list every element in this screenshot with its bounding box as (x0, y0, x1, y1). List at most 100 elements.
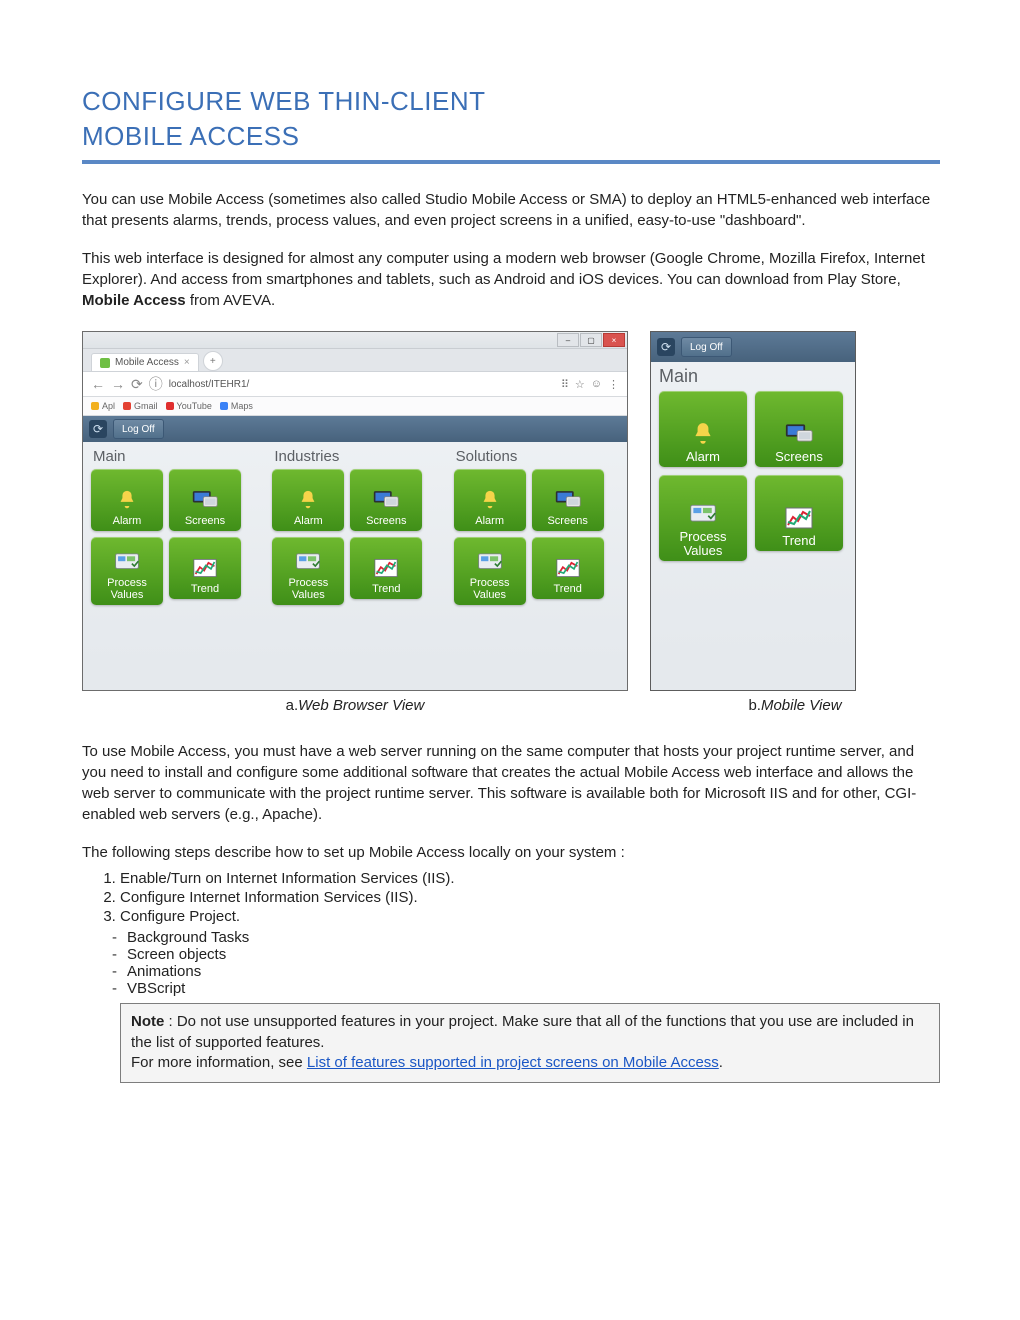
intro-paragraph-2: This web interface is designed for almos… (82, 249, 940, 311)
process-values-icon (476, 549, 504, 575)
tile-trend[interactable]: Trend (169, 537, 241, 599)
column-header: Industries (274, 448, 437, 465)
note-label: Note (131, 1013, 164, 1030)
process-values-icon (689, 501, 717, 527)
screens-icon (785, 421, 813, 447)
tile-screens[interactable]: Screens (169, 469, 241, 531)
bell-icon (476, 487, 504, 513)
logoff-button[interactable]: Log Off (113, 419, 164, 439)
column-header: Solutions (456, 448, 619, 465)
tile-process-values[interactable]: Process Values (659, 475, 747, 561)
nav-back-icon[interactable]: ← (91, 377, 105, 391)
mobile-screenshot: ⟳ Log Off Main Alarm Screens Process Val… (650, 331, 856, 691)
substep-item: Screen objects (112, 946, 940, 963)
url-text[interactable]: localhost/ITEHR1/ (169, 379, 555, 390)
bookmark-star-icon[interactable]: ☆ (575, 378, 585, 391)
translate-icon[interactable]: ⠿ (561, 378, 569, 391)
menu-kebab-icon[interactable]: ⋮ (608, 378, 619, 391)
caption-b-prefix: b. (748, 697, 761, 714)
process-values-icon (113, 549, 141, 575)
logoff-button[interactable]: Log Off (681, 337, 732, 357)
tile-trend[interactable]: Trend (532, 537, 604, 599)
tab-favicon (100, 358, 110, 368)
new-tab-button[interactable]: + (203, 351, 223, 371)
refresh-icon[interactable]: ⟳ (89, 420, 107, 438)
paragraph-4: The following steps describe how to set … (82, 843, 940, 864)
p2-b: from AVEVA. (186, 292, 275, 309)
caption-a: Web Browser View (298, 697, 424, 714)
substeps-list: Background Tasks Screen objects Animatio… (112, 929, 940, 997)
browser-tab[interactable]: Mobile Access × (91, 353, 199, 371)
trend-icon (372, 555, 400, 581)
window-close-button[interactable]: × (603, 333, 625, 347)
trend-icon (785, 505, 813, 531)
web-browser-screenshot: – ▢ × Mobile Access × + ← → ⟳ ⓘ localhos… (82, 331, 628, 691)
tab-title: Mobile Access (115, 357, 179, 368)
nav-forward-icon[interactable]: → (111, 377, 125, 391)
screens-icon (554, 487, 582, 513)
trend-icon (191, 555, 219, 581)
tile-alarm[interactable]: Alarm (91, 469, 163, 531)
column-industries: Industries Alarm Screens Process Values … (272, 448, 437, 680)
profile-icon[interactable]: ☺ (591, 378, 602, 390)
tile-screens[interactable]: Screens (755, 391, 843, 467)
page-title-line1: CONFIGURE WEB THIN-CLIENT (82, 86, 940, 117)
tile-trend[interactable]: Trend (755, 475, 843, 551)
tile-alarm[interactable]: Alarm (454, 469, 526, 531)
page-title-line2: MOBILE ACCESS (82, 121, 940, 152)
tile-alarm[interactable]: Alarm (659, 391, 747, 467)
substep-item: VBScript (112, 980, 940, 997)
p2-a: This web interface is designed for almos… (82, 250, 925, 288)
substep-item: Background Tasks (112, 929, 940, 946)
bm-apps[interactable]: Apl (91, 401, 115, 411)
mobile-header: Main (659, 366, 855, 387)
column-header: Main (93, 448, 256, 465)
note-text-1: : Do not use unsupported features in you… (131, 1013, 914, 1051)
mobile-tiles: Alarm Screens Process Values Trend (651, 391, 855, 561)
steps-list: Enable/Turn on Internet Information Serv… (120, 870, 940, 925)
screenshot-row: – ▢ × Mobile Access × + ← → ⟳ ⓘ localhos… (82, 331, 940, 691)
caption-a-prefix: a. (286, 697, 299, 714)
bm-gmail[interactable]: Gmail (123, 401, 158, 411)
bm-youtube[interactable]: YouTube (166, 401, 212, 411)
tile-alarm[interactable]: Alarm (272, 469, 344, 531)
p2-bold: Mobile Access (82, 292, 186, 309)
tile-screens[interactable]: Screens (350, 469, 422, 531)
screenshot-captions: a.Web Browser View b.Mobile View (82, 697, 940, 714)
tile-process-values[interactable]: Process Values (272, 537, 344, 605)
caption-b: Mobile View (761, 697, 842, 714)
note-link[interactable]: List of features supported in project sc… (307, 1054, 719, 1071)
note-text-2: For more information, see (131, 1054, 307, 1071)
screens-icon (372, 487, 400, 513)
window-titlebar: – ▢ × (83, 332, 627, 349)
trend-icon (554, 555, 582, 581)
screens-icon (191, 487, 219, 513)
tile-trend[interactable]: Trend (350, 537, 422, 599)
bell-icon (689, 421, 717, 447)
column-main: Main Alarm Screens Process Values Trend (91, 448, 256, 680)
browser-tabbar: Mobile Access × + (83, 349, 627, 372)
title-rule (82, 160, 940, 164)
bell-icon (113, 487, 141, 513)
window-minimize-button[interactable]: – (557, 333, 579, 347)
note-text-3: . (719, 1054, 723, 1071)
dashboard-columns: Main Alarm Screens Process Values Trend … (83, 442, 627, 690)
browser-address-bar: ← → ⟳ ⓘ localhost/ITEHR1/ ⠿ ☆ ☺ ⋮ (83, 372, 627, 397)
site-info-icon[interactable]: ⓘ (149, 377, 163, 391)
intro-paragraph-1: You can use Mobile Access (sometimes als… (82, 190, 940, 231)
tab-close-icon[interactable]: × (184, 357, 190, 368)
tile-process-values[interactable]: Process Values (91, 537, 163, 605)
tile-screens[interactable]: Screens (532, 469, 604, 531)
step-item: Configure Project. (120, 908, 940, 925)
tile-process-values[interactable]: Process Values (454, 537, 526, 605)
note-box: Note : Do not use unsupported features i… (120, 1003, 940, 1083)
window-maximize-button[interactable]: ▢ (580, 333, 602, 347)
webapp-area: ⟳ Log Off Main Alarm Screens Process Val… (83, 416, 627, 690)
mobile-topbar: ⟳ Log Off (651, 332, 855, 362)
bm-maps[interactable]: Maps (220, 401, 253, 411)
nav-reload-icon[interactable]: ⟳ (131, 377, 143, 391)
process-values-icon (294, 549, 322, 575)
refresh-icon[interactable]: ⟳ (657, 338, 675, 356)
bookmarks-bar: Apl Gmail YouTube Maps (83, 397, 627, 416)
substep-item: Animations (112, 963, 940, 980)
